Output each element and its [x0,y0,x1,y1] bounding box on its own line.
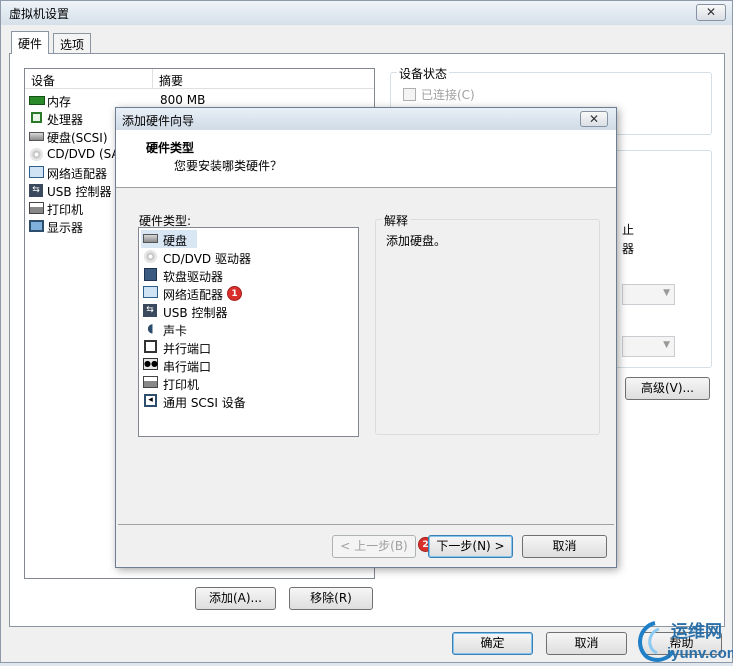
connected-checkbox[interactable] [403,88,416,101]
hardware-item-harddisk[interactable]: 硬盘 [141,230,197,248]
floppy-icon [144,268,157,281]
window-close-button[interactable]: ✕ [696,4,726,21]
device-name: 网络适配器 [47,167,108,181]
wizard-header-title: 硬件类型 [146,141,195,155]
wizard-header: 硬件类型 您要安装哪类硬件？ [116,130,616,188]
tab-options[interactable]: 选项 [53,33,92,53]
step-badge-1: 1 [227,286,242,301]
chevron-down-icon: ▼ [663,340,670,350]
next-button[interactable]: 下一步(N) > [428,535,513,558]
config-dropdown-1[interactable]: ▼ [622,284,675,305]
harddisk-icon [143,234,158,243]
wizard-cancel-button[interactable]: 取消 [522,535,607,558]
hardware-item-sound[interactable]: ◖ 声卡 [141,320,341,338]
tab-hardware-label: 硬件 [18,37,43,51]
hardware-item-label: USB 控制器 [163,306,228,320]
hardware-item-label: 打印机 [163,378,200,392]
cdrom-icon [30,148,43,161]
harddisk-icon [29,132,44,141]
watermark-swirl-icon: 运维网 iyunv.com [638,621,733,662]
device-name: 显示器 [47,221,84,235]
scsi-icon: ◂ [144,394,157,407]
connected-label: 已连接(C) [421,88,475,102]
sound-icon: ◖ [147,321,154,335]
explanation-text: 添加硬盘。 [386,234,447,248]
add-hardware-wizard: 添加硬件向导 ✕ 硬件类型 您要安装哪类硬件？ 硬件类型: 硬盘 CD/DVD … [115,107,617,568]
network-icon [143,286,158,298]
hardware-item-parallel[interactable]: 并行端口 [141,338,341,356]
hardware-item-serial[interactable]: ●● 串行端口 [141,356,341,374]
device-name: USB 控制器 [47,185,112,199]
usb-icon: ⇆ [143,304,157,317]
column-header-device[interactable]: 设备 [25,69,153,89]
hardware-item-label: 硬盘 [163,234,188,248]
wizard-title-bar: 添加硬件向导 ✕ [116,108,616,130]
explanation-legend: 解释 [382,212,411,229]
watermark-text-bottom: iyunv.com [667,645,733,662]
wizard-divider [118,524,614,525]
device-name: 内存 [47,95,72,109]
wizard-close-button[interactable]: ✕ [580,111,608,127]
explanation-group: 解释 添加硬盘。 [375,212,600,435]
config-dropdown-2[interactable]: ▼ [622,336,675,357]
usb-icon: ⇆ [29,184,43,197]
back-button[interactable]: < 上一步(B) [332,535,416,558]
device-name: CD/DVD (SA [47,147,120,161]
hardware-item-printer[interactable]: 打印机 [141,374,341,392]
hardware-item-label: 通用 SCSI 设备 [163,396,246,410]
ok-button[interactable]: 确定 [452,632,533,655]
remove-hardware-button[interactable]: 移除(R) [289,587,373,610]
display-icon [29,220,44,232]
hardware-item-scsi[interactable]: ◂ 通用 SCSI 设备 [141,392,341,410]
wizard-header-subtitle: 您要安装哪类硬件？ [174,159,283,173]
device-name: 处理器 [47,113,84,127]
device-name: 打印机 [47,203,84,217]
cpu-icon [31,112,42,123]
printer-icon [29,202,44,214]
add-hardware-button[interactable]: 添加(A)... [195,587,276,610]
hardware-item-label: 并行端口 [163,342,212,356]
device-status-legend: 设备状态 [397,65,450,82]
column-header-summary[interactable]: 摘要 [153,69,374,89]
hardware-item-label: CD/DVD 驱动器 [163,252,251,266]
memory-icon [29,96,45,105]
hardware-item-label: 串行端口 [163,360,212,374]
hardware-item-cdrom[interactable]: CD/DVD 驱动器 [141,248,341,266]
printer-icon [143,376,158,388]
watermark-text-top: 运维网 [671,621,722,641]
hardware-item-network[interactable]: 网络适配器 1 [141,284,341,302]
tab-hardware[interactable]: 硬件 [11,31,50,54]
cdrom-icon [144,250,157,263]
close-icon: ✕ [705,5,717,19]
window-cancel-button[interactable]: 取消 [546,632,627,655]
partial-text-2: 器 [622,242,635,256]
parallel-port-icon [144,340,157,353]
hardware-type-list[interactable]: 硬盘 CD/DVD 驱动器 软盘驱动器 网络适配器 1 ⇆ USB 控制器 ◖ … [138,227,359,437]
title-bar: 虚拟机设置 ✕ [1,1,732,25]
partial-text-1: 止 [622,223,635,237]
tab-options-label: 选项 [60,38,85,52]
hardware-item-label: 网络适配器 [163,288,224,302]
window-title: 虚拟机设置 [9,7,70,21]
network-icon [29,166,44,178]
serial-port-icon: ●● [143,358,158,370]
close-icon: ✕ [588,112,600,126]
hardware-item-label: 声卡 [163,324,188,338]
wizard-title: 添加硬件向导 [122,114,195,128]
chevron-down-icon: ▼ [663,288,670,298]
hardware-item-usb[interactable]: ⇆ USB 控制器 [141,302,341,320]
watermark-logo: 运维网 iyunv.com [633,617,733,663]
device-summary: 800 MB [160,93,206,107]
advanced-button[interactable]: 高级(V)... [625,377,710,400]
hardware-item-floppy[interactable]: 软盘驱动器 [141,266,341,284]
hardware-item-label: 软盘驱动器 [163,270,224,284]
device-name: 硬盘(SCSI) [47,131,108,145]
